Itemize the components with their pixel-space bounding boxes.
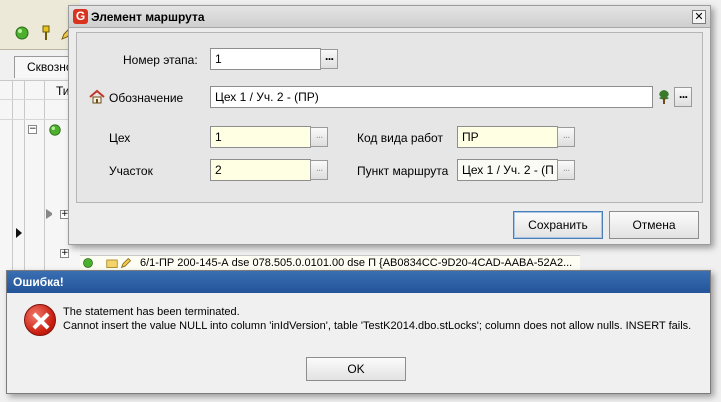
error-icon <box>24 304 56 336</box>
error-message-line-2: Cannot insert the value NULL into column… <box>63 320 692 332</box>
section-browse-button[interactable]: ... <box>310 160 328 180</box>
app-logo-icon: G <box>73 9 88 24</box>
section-label: Участок <box>109 164 153 178</box>
stage-number-field[interactable]: 1 <box>210 48 321 70</box>
pencil-icon <box>120 257 132 269</box>
tool-icon[interactable] <box>38 25 54 41</box>
cancel-button[interactable]: Отмена <box>609 211 699 239</box>
stage-number-browse-button[interactable]: ... <box>320 49 338 69</box>
close-button[interactable]: ✕ <box>692 10 706 24</box>
dialog-title-bar[interactable]: G Элемент маршрута ✕ <box>69 6 710 28</box>
green-ball-icon <box>83 258 93 268</box>
row-marker-icon <box>46 209 52 219</box>
error-title: Ошибка! <box>13 275 64 289</box>
expand-toggle[interactable]: − <box>28 125 37 134</box>
house-icon <box>89 89 105 104</box>
workshop-browse-button[interactable]: ... <box>310 127 328 147</box>
work-type-code-browse-button[interactable]: ... <box>557 127 575 147</box>
workshop-field[interactable]: 1 <box>210 126 311 148</box>
error-message-line-1: The statement has been terminated. <box>63 306 240 318</box>
route-point-label: Пункт маршрута <box>357 164 449 178</box>
row-text: 6/1-ПР 200-145-А dse 078.505.0.0101.00 d… <box>140 257 573 269</box>
folder-icon <box>106 259 118 268</box>
designation-field[interactable]: Цех 1 / Уч. 2 - (ПР) <box>210 86 653 108</box>
expand-toggle[interactable]: + <box>60 249 69 258</box>
route-point-browse-button[interactable]: ... <box>557 160 575 180</box>
green-ball-icon[interactable] <box>14 25 30 41</box>
work-type-code-label: Код вида работ <box>357 131 443 145</box>
green-ball-icon <box>49 124 61 136</box>
workshop-label: Цех <box>109 131 131 145</box>
current-row-arrow-icon <box>16 228 22 238</box>
error-title-bar[interactable]: Ошибка! <box>7 271 710 293</box>
tree-icon[interactable] <box>656 89 672 105</box>
error-dialog: Ошибка! The statement has been terminate… <box>6 270 711 394</box>
designation-label: Обозначение <box>109 91 184 105</box>
designation-browse-button[interactable]: ... <box>674 87 692 107</box>
save-button[interactable]: Сохранить <box>513 211 603 239</box>
route-element-dialog: G Элемент маршрута ✕ Номер этапа: 1 ... … <box>68 5 711 245</box>
section-field[interactable]: 2 <box>210 159 311 181</box>
table-row[interactable]: 6/1-ПР 200-145-А dse 078.505.0.0101.00 d… <box>80 255 580 270</box>
route-form-panel: Номер этапа: 1 ... Обозначение Цех 1 / У… <box>76 32 703 203</box>
ok-button[interactable]: OK <box>306 357 406 381</box>
route-point-field[interactable]: Цех 1 / Уч. 2 - (П <box>457 159 558 181</box>
stage-number-label: Номер этапа: <box>123 53 198 67</box>
work-type-code-field[interactable]: ПР <box>457 126 558 148</box>
dialog-title: Элемент маршрута <box>91 10 205 24</box>
